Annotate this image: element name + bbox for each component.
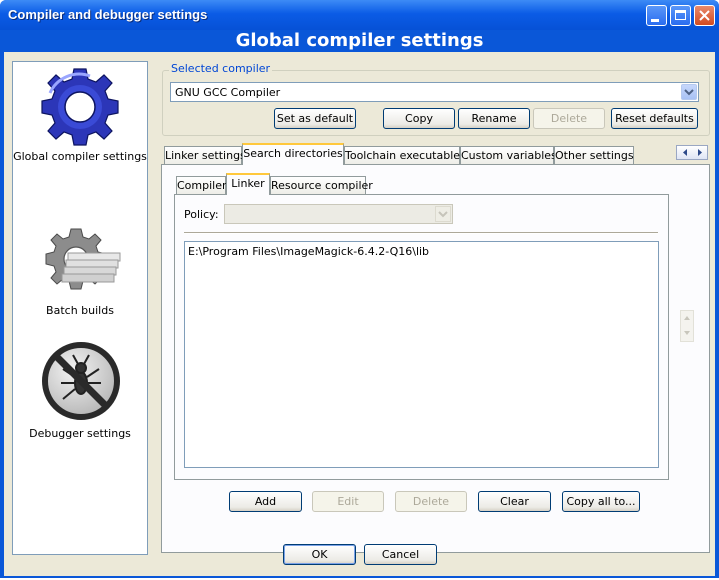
policy-label: Policy:	[184, 208, 219, 221]
selected-compiler-label: Selected compiler	[169, 62, 273, 75]
sidebar-item-batch-builds[interactable]: Batch builds	[13, 192, 147, 317]
reset-defaults-button[interactable]: Reset defaults	[611, 108, 698, 129]
window-title: Compiler and debugger settings	[8, 7, 208, 22]
tab-scroll-buttons[interactable]	[676, 145, 708, 160]
compiler-select-value: GNU GCC Compiler	[175, 86, 281, 99]
sidebar-item-label: Global compiler settings	[13, 150, 147, 163]
subtab-resource-compiler[interactable]: Resource compiler	[270, 176, 373, 196]
delete-directory-button[interactable]: Delete	[395, 491, 467, 512]
tab-toolchain-executables[interactable]: Toolchain executables	[344, 146, 466, 166]
policy-select[interactable]	[224, 204, 453, 224]
sidebar-item-debugger[interactable]: Debugger settings	[13, 337, 147, 447]
compiler-select[interactable]: GNU GCC Compiler	[170, 82, 699, 102]
dialog-client: Global compiler settings Global compiler…	[4, 30, 715, 576]
subtab-linker[interactable]: Linker	[226, 173, 270, 195]
chevron-up-icon	[684, 316, 690, 320]
tab-custom-variables[interactable]: Custom variables	[460, 146, 557, 166]
policy-dropdown-button[interactable]	[435, 206, 451, 222]
close-icon	[699, 10, 710, 21]
chevron-down-icon	[684, 89, 694, 96]
minimize-icon	[651, 19, 659, 22]
ok-button[interactable]: OK	[283, 544, 356, 565]
sidebar-item-label: Debugger settings	[29, 427, 131, 440]
tab-search-directories[interactable]: Search directories	[242, 143, 344, 165]
edit-directory-button[interactable]: Edit	[312, 491, 384, 512]
chevron-down-icon	[684, 331, 690, 335]
bug-icon	[42, 342, 120, 420]
rename-compiler-button[interactable]: Rename	[458, 108, 530, 129]
copy-all-to-button[interactable]: Copy all to...	[562, 491, 640, 512]
sidebar-item-label: Batch builds	[46, 304, 114, 317]
subtab-compiler[interactable]: Compiler	[176, 176, 227, 196]
tab-linker-settings[interactable]: Linker settings	[164, 146, 246, 166]
tab-other-settings[interactable]: Other settings	[554, 146, 634, 166]
directories-list[interactable]: E:\Program Files\ImageMagick-6.4.2-Q16\l…	[184, 241, 659, 468]
maximize-icon	[675, 10, 686, 20]
window: Compiler and debugger settings Global co…	[0, 0, 719, 578]
delete-compiler-button[interactable]: Delete	[533, 108, 605, 129]
spin-buttons[interactable]	[680, 310, 694, 342]
maximize-button[interactable]	[670, 5, 691, 26]
batch-gear-icon	[45, 228, 121, 290]
minimize-button[interactable]	[646, 5, 667, 26]
dropdown-button[interactable]	[681, 84, 697, 100]
copy-compiler-button[interactable]: Copy	[383, 108, 455, 129]
set-default-button[interactable]: Set as default	[274, 108, 356, 129]
sidebar-item-global-compiler[interactable]: Global compiler settings	[13, 62, 147, 182]
list-item[interactable]: E:\Program Files\ImageMagick-6.4.2-Q16\l…	[188, 245, 429, 258]
cancel-button[interactable]: Cancel	[364, 544, 437, 565]
gear-icon	[41, 68, 119, 146]
category-list[interactable]: Global compiler settings Batch builds De…	[12, 61, 148, 555]
chevron-left-icon[interactable]	[678, 146, 692, 159]
add-directory-button[interactable]: Add	[229, 491, 302, 512]
close-button[interactable]	[694, 5, 715, 26]
clear-directories-button[interactable]: Clear	[478, 491, 551, 512]
title-bar[interactable]: Compiler and debugger settings	[0, 0, 719, 30]
chevron-down-icon	[438, 211, 448, 218]
page-title: Global compiler settings	[4, 30, 715, 52]
separator	[184, 232, 658, 234]
chevron-right-icon[interactable]	[693, 146, 707, 159]
